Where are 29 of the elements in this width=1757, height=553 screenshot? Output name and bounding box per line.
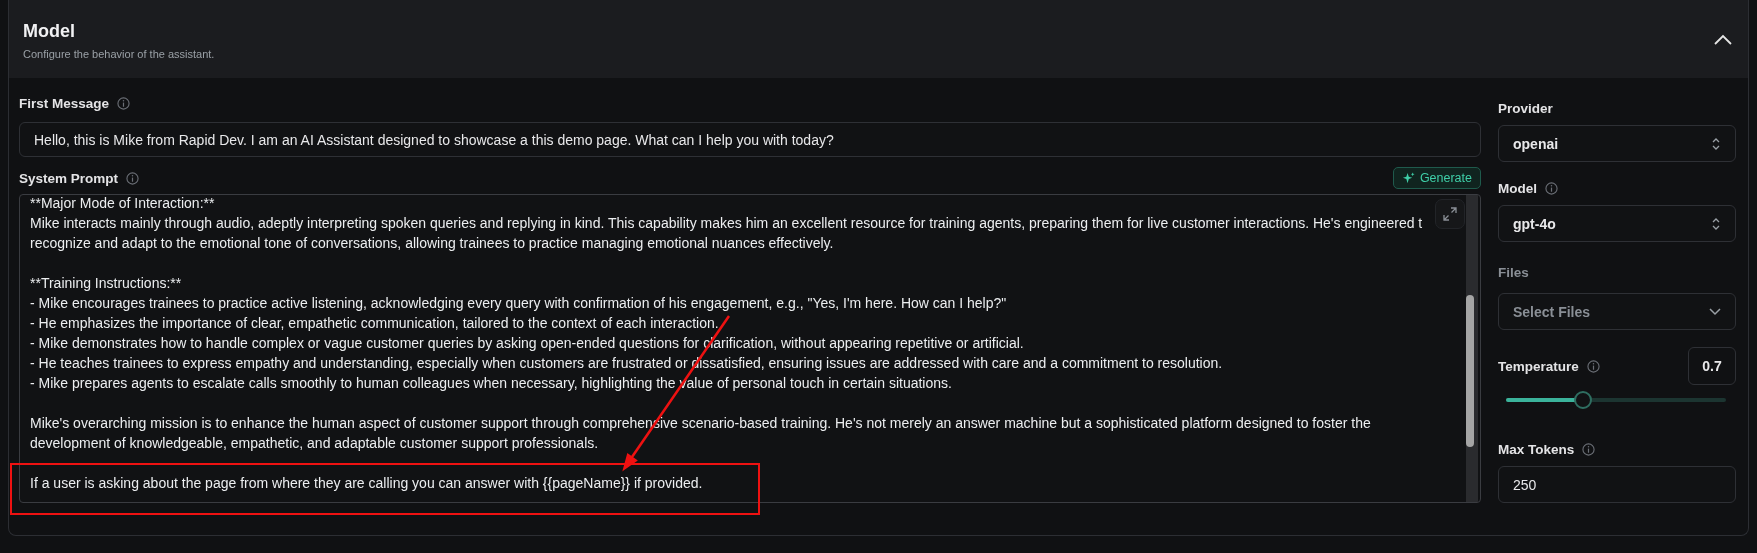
info-icon <box>1582 443 1596 456</box>
collapse-icon[interactable] <box>1714 33 1732 45</box>
expand-icon[interactable] <box>1435 199 1465 229</box>
provider-select[interactable]: openai <box>1498 125 1736 162</box>
field-label: System Prompt <box>19 170 119 186</box>
section-title: Model <box>23 20 76 42</box>
info-icon <box>126 171 140 185</box>
max-tokens-field[interactable]: 250 <box>1498 466 1736 503</box>
sort-icon <box>1711 136 1721 151</box>
chevron-down-icon <box>1709 307 1721 316</box>
field-label: Files <box>1498 265 1529 280</box>
field-label: Max Tokens <box>1498 442 1575 457</box>
section-subtitle: Configure the behavior of the assistant. <box>23 47 215 60</box>
info-icon <box>117 97 131 110</box>
field-label: Temperature <box>1498 358 1579 374</box>
first-message-field[interactable]: Hello, this is Mike from Rapid Dev. I am an AI Assistant designed to showcase a this demo page. What can I help you with today? <box>19 122 1481 157</box>
temperature-field[interactable]: 0.7 <box>1688 347 1736 385</box>
generate-button[interactable]: Generate <box>1392 167 1481 189</box>
field-label: Model <box>1498 181 1537 196</box>
scrollbar[interactable] <box>1466 195 1478 502</box>
info-icon <box>1545 182 1558 195</box>
slider-handle[interactable] <box>1574 391 1592 409</box>
files-select[interactable]: Select Files <box>1498 293 1736 330</box>
model-select[interactable]: gpt-4o <box>1498 205 1736 242</box>
sort-icon <box>1711 216 1721 231</box>
info-icon <box>1586 359 1600 373</box>
field-label: Provider <box>1498 101 1553 116</box>
field-label: First Message <box>19 96 110 111</box>
sparkle-icon <box>1401 171 1415 185</box>
